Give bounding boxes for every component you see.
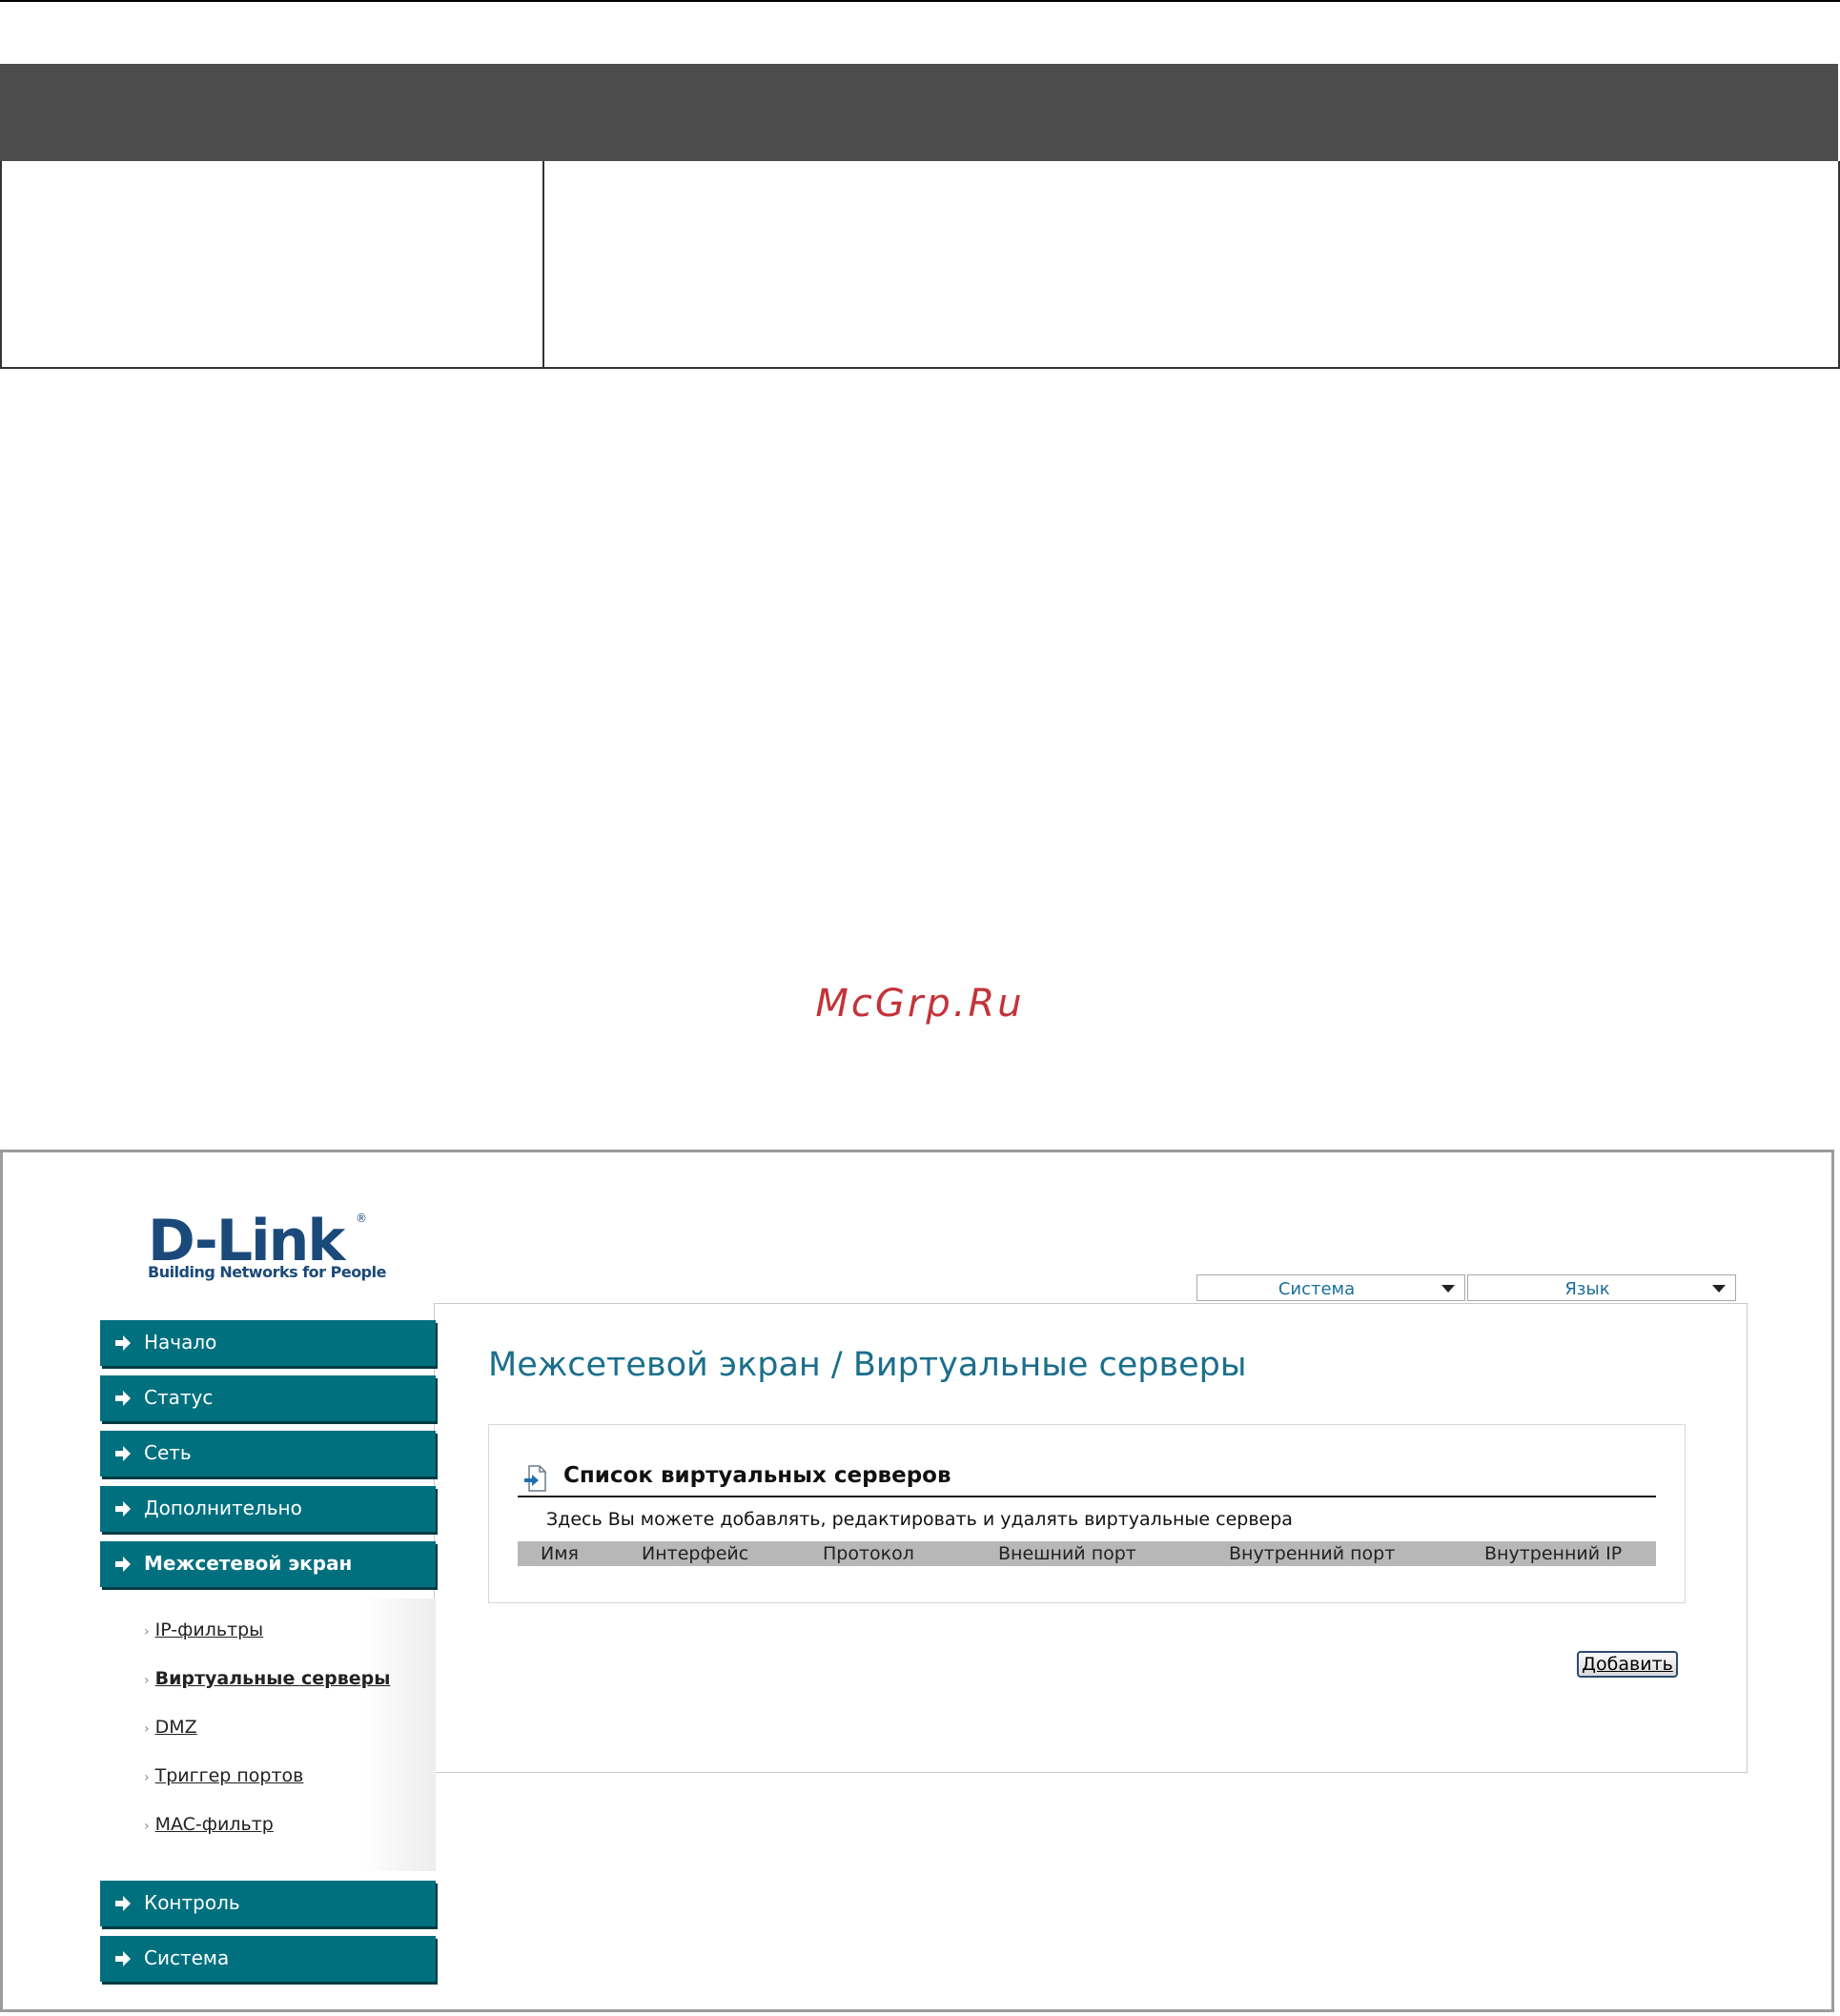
system-menu-dropdown[interactable]: Система [1196,1274,1465,1301]
submenu-item-label: Триггер портов [154,1765,304,1786]
bullet-icon: › [144,1673,150,1688]
sidebar-item-label: Контроль [144,1891,240,1914]
arrow-right-icon [115,1951,131,1966]
column-header-interface[interactable]: Интерфейс [642,1543,748,1564]
submenu-item-dmz[interactable]: › DMZ [144,1717,197,1738]
doc-table-header [0,64,1838,161]
arrow-right-icon [115,1335,131,1351]
section-description: Здесь Вы можете добавлять, редактировать… [546,1509,1293,1530]
sidebar-item-label: Статус [144,1386,214,1409]
add-button[interactable]: Добавить [1577,1651,1678,1678]
column-header-external-port[interactable]: Внешний порт [998,1543,1136,1564]
system-menu-label: Система [1278,1279,1356,1299]
section-title: Список виртуальных серверов [563,1463,951,1488]
sidebar-item-network[interactable]: Сеть [100,1431,436,1476]
sidebar-item-label: Межсетевой экран [144,1552,353,1575]
watermark: McGrp.Ru [815,982,1025,1026]
logo-tagline: Building Networks for People [148,1263,386,1281]
submenu-item-virtual-servers[interactable]: › Виртуальные серверы [144,1668,390,1689]
document-arrow-icon [524,1465,546,1492]
sidebar-item-label: Начало [144,1331,217,1354]
chevron-down-icon [1441,1285,1455,1293]
content-panel: Межсетевой экран / Виртуальные серверы С… [434,1303,1748,1773]
submenu-item-label: Виртуальные серверы [154,1668,391,1689]
submenu-item-label: DMZ [154,1717,197,1738]
column-header-protocol[interactable]: Протокол [823,1543,914,1564]
bullet-icon: › [144,1624,150,1639]
section-divider [518,1496,1656,1497]
submenu-item-label: MAC-фильтр [154,1814,274,1835]
sidebar-item-label: Система [144,1946,230,1969]
submenu-item-ip-filters[interactable]: › IP-фильтры [144,1619,263,1640]
router-ui-frame: D-Link ® Building Networks for People Си… [9,1158,1826,2004]
column-header-internal-port[interactable]: Внутренний порт [1229,1543,1395,1564]
doc-table-body [0,161,1840,369]
sidebar-item-advanced[interactable]: Дополнительно [100,1486,436,1532]
top-rule [0,0,1840,2]
language-menu-dropdown[interactable]: Язык [1467,1274,1736,1301]
registered-mark: ® [356,1212,367,1225]
sidebar-item-firewall[interactable]: Межсетевой экран [100,1541,436,1587]
table-header-row: Имя Интерфейс Протокол Внешний порт Внут… [518,1541,1656,1566]
arrow-right-icon [115,1557,131,1572]
virtual-servers-section: Список виртуальных серверов Здесь Вы мож… [488,1424,1686,1603]
sidebar-item-control[interactable]: Контроль [100,1881,436,1926]
sidebar-item-label: Сеть [144,1441,192,1464]
arrow-right-icon [115,1446,131,1461]
bullet-icon: › [144,1770,150,1785]
doc-table [0,64,1840,369]
arrow-right-icon [115,1501,131,1517]
doc-table-cell-description [544,161,1838,367]
sidebar-item-status[interactable]: Статус [100,1375,436,1421]
sidebar-item-system[interactable]: Система [100,1936,436,1982]
router-ui-screenshot: D-Link ® Building Networks for People Си… [0,1150,1834,2012]
sidebar-item-label: Дополнительно [144,1497,302,1519]
arrow-right-icon [115,1896,131,1911]
column-header-name[interactable]: Имя [541,1543,579,1564]
bullet-icon: › [144,1819,150,1834]
submenu-item-port-trigger[interactable]: › Триггер портов [144,1765,303,1786]
chevron-down-icon [1712,1285,1726,1293]
bullet-icon: › [144,1721,150,1737]
sidebar-item-start[interactable]: Начало [100,1320,436,1366]
page-title: Межсетевой экран / Виртуальные серверы [488,1346,1247,1384]
arrow-right-icon [115,1391,131,1406]
submenu-item-mac-filter[interactable]: › MAC-фильтр [144,1814,274,1835]
submenu-item-label: IP-фильтры [154,1619,264,1640]
language-menu-label: Язык [1564,1279,1610,1299]
column-header-internal-ip[interactable]: Внутренний IP [1484,1543,1622,1564]
doc-table-cell-parameter [2,161,542,367]
